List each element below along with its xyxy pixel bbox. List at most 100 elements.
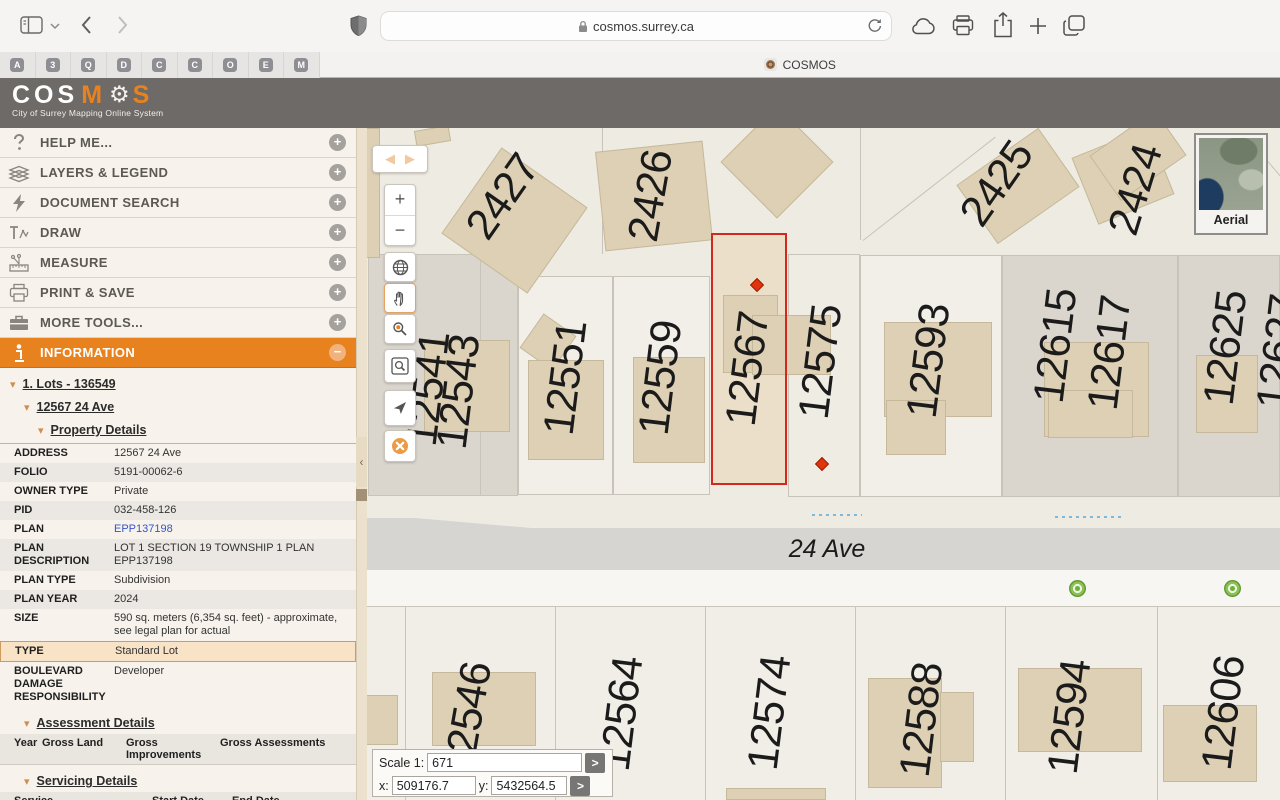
zoom-control: + − — [384, 184, 416, 246]
sidebar-item-label: DRAW — [40, 225, 81, 240]
assessment-tree-node[interactable]: ▾ Assessment Details — [0, 716, 356, 730]
expand-plus-icon[interactable]: + — [329, 194, 346, 211]
sidebar-item-help[interactable]: HELP ME... + — [0, 128, 356, 158]
zoom-out-button[interactable]: − — [385, 216, 415, 246]
pinned-tab[interactable]: A — [0, 52, 36, 78]
map-canvas[interactable]: 24 Ave 2427 2426 2425 2424 12541 12543 1… — [367, 128, 1280, 800]
plan-link[interactable]: EPP137198 — [114, 523, 173, 535]
forward-icon[interactable] — [117, 15, 129, 35]
lightning-icon — [8, 192, 30, 214]
print-icon[interactable] — [952, 15, 974, 36]
servicing-tree-node[interactable]: ▾ Servicing Details — [0, 774, 356, 788]
sidebar-toggle-icon[interactable] — [20, 16, 44, 35]
tree-arrow-icon[interactable]: ▾ — [10, 378, 16, 391]
active-tab[interactable]: COSMOS — [320, 52, 1280, 77]
logo-s: S — [133, 82, 154, 108]
cosmos-logo: COSM⚙S City of Surrey Mapping Online Sys… — [12, 82, 163, 118]
boxed-magnifier-icon — [391, 357, 409, 375]
pinned-tab-icon: Q — [81, 58, 95, 72]
cosmos-favicon — [764, 58, 777, 71]
clear-selection-button[interactable] — [384, 430, 416, 462]
pinned-tab[interactable]: E — [249, 52, 285, 78]
property-details-tree-node[interactable]: ▾ Property Details — [0, 423, 356, 437]
table-row: PID032-458-126 — [0, 501, 356, 520]
pinned-tab[interactable]: Q — [71, 52, 107, 78]
expand-plus-icon[interactable]: + — [329, 224, 346, 241]
address-link[interactable]: 12567 24 Ave — [37, 400, 115, 414]
locate-me-button[interactable] — [384, 390, 416, 426]
x-coordinate-input[interactable] — [392, 776, 476, 795]
address-tree-node[interactable]: ▾ 12567 24 Ave — [0, 400, 356, 414]
share-icon[interactable] — [993, 12, 1013, 38]
pan-tool-button[interactable] — [384, 283, 416, 313]
layers-icon — [8, 162, 30, 184]
tree-arrow-icon[interactable]: ▾ — [38, 424, 44, 437]
magnifier-dot-icon — [392, 321, 408, 337]
pinned-tab[interactable]: 3 — [36, 52, 72, 78]
full-extent-button[interactable] — [384, 252, 416, 282]
divider-tab — [356, 489, 367, 501]
sidebar-item-document-search[interactable]: DOCUMENT SEARCH + — [0, 188, 356, 218]
sidebar-item-label: HELP ME... — [40, 135, 112, 150]
reload-icon[interactable] — [867, 17, 882, 34]
property-table: ADDRESS12567 24 Ave FOLIO5191-00062-6 OW… — [0, 443, 356, 707]
property-details-link[interactable]: Property Details — [51, 423, 147, 437]
expand-plus-icon[interactable]: + — [329, 134, 346, 151]
pinned-tab[interactable]: D — [107, 52, 143, 78]
measure-icon — [8, 252, 30, 274]
url-bar[interactable]: cosmos.surrey.ca — [380, 11, 892, 41]
tab-overview-icon[interactable] — [1063, 15, 1085, 36]
privacy-shield-icon[interactable] — [350, 15, 367, 37]
collapse-minus-icon[interactable]: − — [329, 344, 346, 361]
sidebar-item-information[interactable]: INFORMATION − — [0, 338, 356, 368]
back-icon[interactable] — [80, 15, 92, 35]
tree-icon — [1224, 580, 1241, 597]
sidebar-item-layers[interactable]: LAYERS & LEGEND + — [0, 158, 356, 188]
tree-arrow-icon[interactable]: ▾ — [24, 401, 30, 414]
parcel-boundary — [1157, 606, 1158, 800]
tree-arrow-icon[interactable]: ▾ — [24, 775, 30, 788]
map-forward-icon[interactable]: ▶ — [405, 152, 415, 167]
expand-plus-icon[interactable]: + — [329, 164, 346, 181]
logo-subtitle: City of Surrey Mapping Online System — [12, 108, 163, 118]
servicing-details-link[interactable]: Servicing Details — [37, 774, 138, 788]
zoom-in-button[interactable]: + — [385, 185, 415, 215]
active-tab-label: COSMOS — [783, 58, 836, 72]
lots-link[interactable]: 1. Lots - 136549 — [23, 377, 116, 391]
cloud-icon[interactable] — [910, 17, 936, 35]
basemap-switcher[interactable]: Aerial — [1194, 133, 1268, 235]
sidebar-item-more-tools[interactable]: MORE TOOLS... + — [0, 308, 356, 338]
y-coordinate-input[interactable] — [491, 776, 567, 795]
sidebar-item-measure[interactable]: MEASURE + — [0, 248, 356, 278]
new-tab-icon[interactable] — [1029, 17, 1047, 35]
expand-plus-icon[interactable]: + — [329, 314, 346, 331]
building — [367, 695, 398, 745]
tree-arrow-icon[interactable]: ▾ — [24, 717, 30, 730]
pinned-tab-icon: C — [188, 58, 202, 72]
sidebar-item-print-save[interactable]: PRINT & SAVE + — [0, 278, 356, 308]
pinned-tab-icon: D — [117, 58, 131, 72]
scale-input[interactable] — [427, 753, 582, 772]
table-row: SIZE590 sq. meters (6,354 sq. feet) - ap… — [0, 609, 356, 641]
lots-tree-node[interactable]: ▾ 1. Lots - 136549 — [0, 377, 356, 391]
zoom-to-point-button[interactable] — [384, 314, 416, 344]
aerial-label: Aerial — [1199, 213, 1263, 227]
pinned-tab[interactable]: O — [213, 52, 249, 78]
sidebar-chevron-icon[interactable] — [50, 23, 60, 30]
pinned-tab[interactable]: M — [284, 52, 320, 78]
assessment-details-link[interactable]: Assessment Details — [37, 716, 155, 730]
map-back-icon[interactable]: ◀ — [385, 152, 395, 167]
pinned-tab[interactable]: C — [142, 52, 178, 78]
identify-search-button[interactable] — [384, 349, 416, 383]
table-row: PLAN YEAR2024 — [0, 590, 356, 609]
expand-plus-icon[interactable]: + — [329, 284, 346, 301]
road-verge — [367, 570, 1280, 606]
table-row: PLAN DESCRIPTIONLOT 1 SECTION 19 TOWNSHI… — [0, 539, 356, 571]
collapse-panel-handle[interactable]: ‹ — [356, 437, 367, 487]
pinned-tab[interactable]: C — [178, 52, 214, 78]
sidebar-item-draw[interactable]: DRAW + — [0, 218, 356, 248]
expand-plus-icon[interactable]: + — [329, 254, 346, 271]
apply-scale-button[interactable]: > — [585, 753, 605, 773]
go-to-coordinate-button[interactable]: > — [570, 776, 590, 796]
sidebar-item-label: INFORMATION — [40, 345, 135, 360]
